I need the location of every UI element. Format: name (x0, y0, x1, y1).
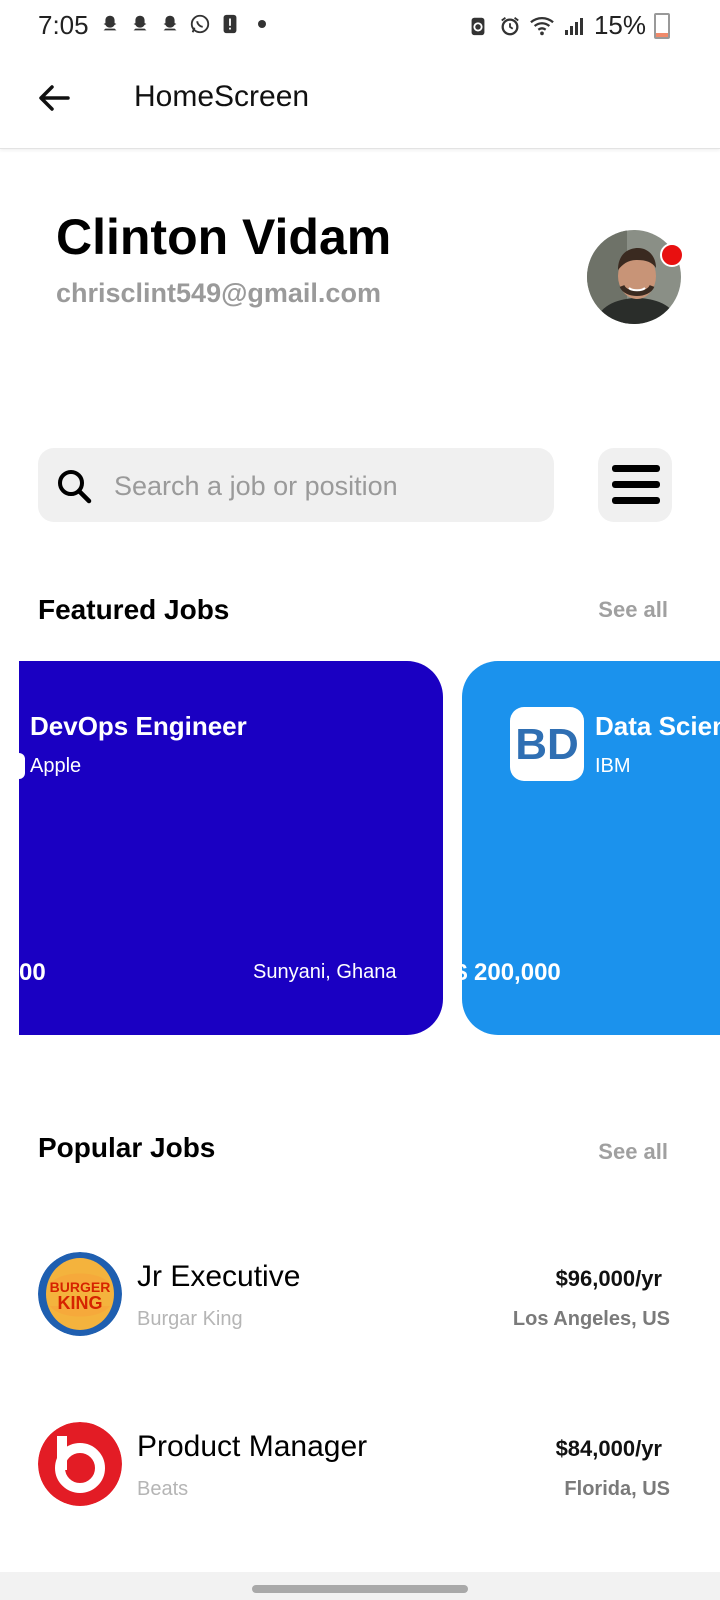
list-item[interactable]: Product Manager Beats $84,000/yr Florida… (0, 1422, 720, 1522)
ibm-logo: BD (510, 707, 584, 781)
card-company: Apple (30, 755, 82, 777)
job-company: Burgar King (137, 1308, 243, 1330)
search-input[interactable] (112, 448, 536, 524)
company-logo-partial (11, 753, 25, 779)
card-location: Sunyani, Ghana (253, 961, 397, 983)
card-salary: 00 (19, 959, 46, 986)
card-job-title: Data Scien (595, 711, 720, 741)
menu-button[interactable] (598, 448, 672, 522)
list-item[interactable]: BURGER KING Jr Executive Burgar King $96… (0, 1252, 720, 1352)
job-salary: $84,000/yr (555, 1436, 662, 1461)
snapchat-icon (128, 12, 152, 36)
beats-logo (38, 1422, 122, 1506)
search-bar (38, 448, 554, 524)
app-bar: HomeScreen (0, 52, 720, 149)
status-time: 7:05 (38, 10, 89, 40)
featured-job-card[interactable]: DevOps Engineer Apple 00 Sunyani, Ghana (11, 661, 443, 1035)
card-company: IBM (595, 755, 631, 777)
card-job-title: DevOps Engineer (30, 711, 247, 741)
job-location: Florida, US (564, 1478, 670, 1500)
featured-jobs-title: Featured Jobs (38, 594, 230, 625)
job-title: Jr Executive (137, 1260, 301, 1293)
profile-email: chrisclint549@gmail.com (56, 278, 381, 308)
hamburger-icon (612, 465, 660, 472)
svg-text:KING: KING (58, 1293, 103, 1313)
search-icon (58, 470, 92, 504)
job-title: Product Manager (137, 1430, 368, 1463)
system-nav-bar (0, 1572, 720, 1600)
card-salary: $ 200,000 (454, 959, 561, 986)
battery-saver-icon (466, 14, 490, 38)
svg-text:BD: BD (515, 720, 579, 769)
page-title: HomeScreen (134, 80, 310, 113)
alarm-icon (498, 14, 522, 38)
wifi-icon (530, 14, 554, 38)
battery-icon (654, 12, 670, 39)
battery-percent: 15% (593, 10, 646, 40)
popular-jobs-title: Popular Jobs (38, 1132, 216, 1163)
snapchat-icon (158, 12, 182, 36)
notification-dot (660, 243, 684, 267)
notification-icons (98, 12, 266, 36)
profile-name: Clinton Vidam (56, 209, 392, 265)
job-salary: $96,000/yr (555, 1266, 662, 1291)
job-location: Los Angeles, US (512, 1308, 670, 1330)
popular-see-all-link[interactable]: See all (598, 1139, 668, 1165)
arrow-left-icon (39, 85, 70, 111)
featured-jobs-carousel[interactable]: DevOps Engineer Apple 00 Sunyani, Ghana … (0, 661, 720, 1035)
featured-see-all-link[interactable]: See all (598, 597, 668, 623)
more-notifications-dot (258, 20, 266, 28)
burger-king-logo: BURGER KING (38, 1252, 122, 1336)
status-bar: 7:05 15% (0, 0, 720, 52)
featured-job-card[interactable]: BD Data Scien IBM $ 200,000 (454, 661, 720, 1035)
job-company: Beats (137, 1478, 189, 1500)
alert-icon (218, 12, 242, 36)
system-icons: 15% (466, 10, 670, 41)
home-gesture-handle[interactable] (252, 1585, 468, 1593)
whatsapp-icon (188, 12, 212, 36)
snapchat-icon (98, 12, 122, 36)
back-button[interactable] (34, 78, 74, 118)
signal-icon (562, 14, 586, 38)
